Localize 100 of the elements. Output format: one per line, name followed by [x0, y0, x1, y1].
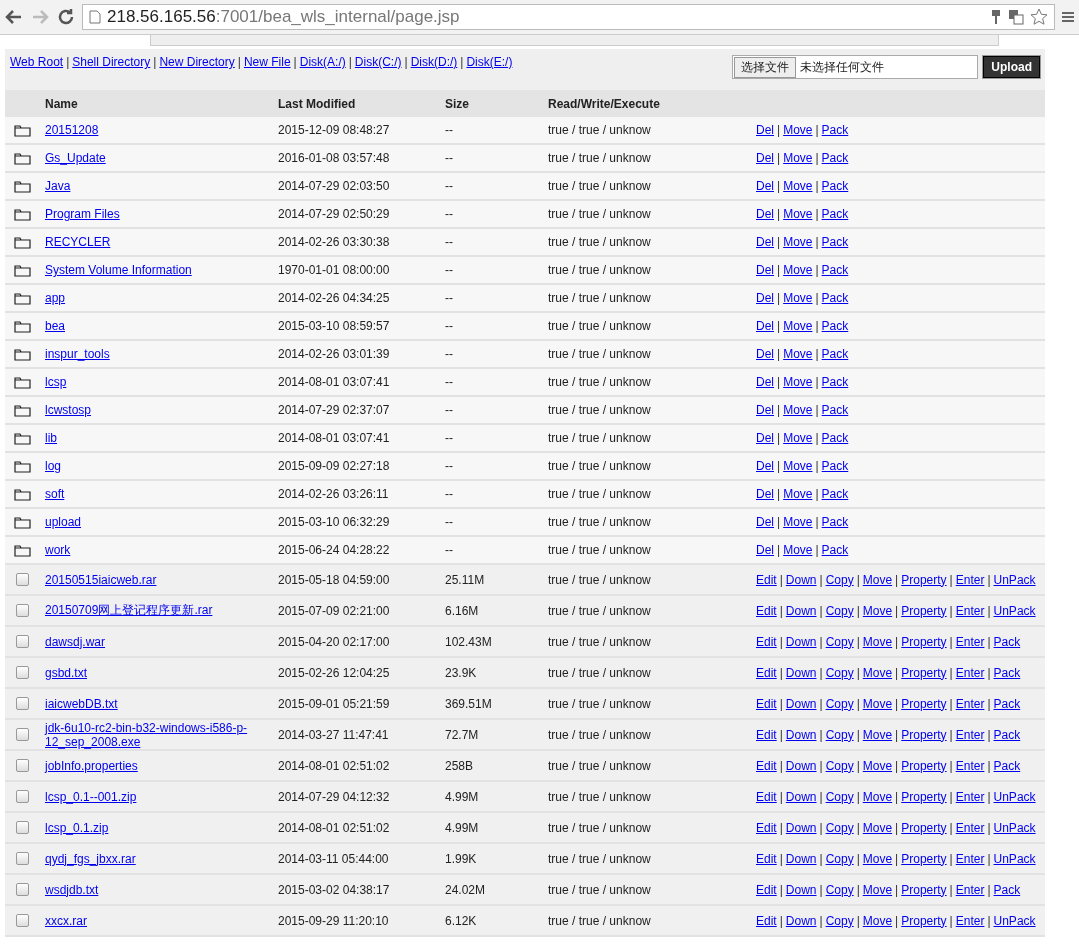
action-link[interactable]: Enter [955, 913, 985, 928]
action-link[interactable]: Move [862, 913, 893, 928]
action-link[interactable]: UnPack [993, 851, 1036, 866]
folder-link[interactable]: log [45, 459, 61, 473]
action-link[interactable]: Pack [993, 634, 1021, 649]
action-link[interactable]: Del [756, 151, 774, 165]
folder-link[interactable]: Java [45, 179, 71, 193]
action-link[interactable]: Del [756, 347, 774, 361]
action-link[interactable]: Enter [955, 696, 985, 711]
action-link[interactable]: Edit [756, 696, 777, 711]
action-link[interactable]: Pack [821, 459, 849, 473]
folder-link[interactable]: RECYCLER [45, 235, 111, 249]
address-bar[interactable]: 218.56.165.56:7001/bea_wls_internal/page.jsp [82, 4, 1055, 30]
action-link[interactable]: Down [785, 851, 817, 866]
action-link[interactable]: UnPack [993, 820, 1036, 835]
action-link[interactable]: Pack [821, 487, 849, 501]
action-link[interactable]: Copy [825, 882, 854, 897]
action-link[interactable]: Property [901, 851, 947, 866]
action-link[interactable]: Move [783, 375, 813, 389]
action-link[interactable]: Pack [821, 431, 849, 445]
action-link[interactable]: Edit [756, 913, 777, 928]
action-link[interactable]: Enter [955, 727, 985, 742]
checkbox[interactable] [16, 666, 29, 679]
action-link[interactable]: Move [783, 459, 813, 473]
action-link[interactable]: Pack [993, 696, 1021, 711]
action-link[interactable]: Copy [825, 820, 854, 835]
action-link[interactable]: Del [756, 263, 774, 277]
checkbox[interactable] [16, 573, 29, 586]
action-link[interactable]: Move [783, 123, 813, 137]
action-link[interactable]: Edit [756, 665, 777, 680]
action-link[interactable]: Del [756, 459, 774, 473]
action-link[interactable]: Enter [955, 603, 985, 618]
nav-link[interactable]: Disk(E:/) [466, 55, 513, 69]
action-link[interactable]: Copy [825, 665, 854, 680]
action-link[interactable]: Del [756, 207, 774, 221]
folder-link[interactable]: app [45, 291, 66, 305]
checkbox[interactable] [16, 697, 29, 710]
action-link[interactable]: Del [756, 403, 774, 417]
action-link[interactable]: Move [783, 515, 813, 529]
action-link[interactable]: Move [783, 487, 813, 501]
folder-link[interactable]: lcwstosp [45, 403, 91, 417]
action-link[interactable]: Pack [993, 758, 1021, 773]
action-link[interactable]: Property [901, 727, 947, 742]
folder-link[interactable]: lcsp [45, 375, 67, 389]
action-link[interactable]: Property [901, 665, 947, 680]
action-link[interactable]: Pack [821, 151, 849, 165]
action-link[interactable]: Down [785, 758, 817, 773]
nav-link[interactable]: Disk(A:/) [299, 55, 346, 69]
action-link[interactable]: Del [756, 375, 774, 389]
folder-link[interactable]: System Volume Information [45, 263, 192, 277]
nav-link[interactable]: Shell Directory [72, 55, 151, 69]
action-link[interactable]: UnPack [993, 603, 1036, 618]
action-link[interactable]: Move [783, 263, 813, 277]
action-link[interactable]: Enter [955, 789, 985, 804]
file-link[interactable]: 20150515iaicweb.rar [45, 572, 157, 587]
action-link[interactable]: Pack [821, 263, 849, 277]
checkbox[interactable] [16, 852, 29, 865]
action-link[interactable]: Down [785, 603, 817, 618]
action-link[interactable]: Copy [825, 913, 854, 928]
action-link[interactable]: Copy [825, 603, 854, 618]
folder-link[interactable]: Gs_Update [45, 151, 106, 165]
action-link[interactable]: Del [756, 515, 774, 529]
action-link[interactable]: Copy [825, 789, 854, 804]
nav-link[interactable]: Disk(C:/) [354, 55, 402, 69]
action-link[interactable]: Enter [955, 572, 985, 587]
action-link[interactable]: Enter [955, 882, 985, 897]
nav-link[interactable]: New Directory [159, 55, 235, 69]
nav-link[interactable]: Disk(D:/) [410, 55, 458, 69]
action-link[interactable]: Move [783, 431, 813, 445]
action-link[interactable]: Property [901, 572, 947, 587]
action-link[interactable]: Del [756, 487, 774, 501]
checkbox[interactable] [16, 821, 29, 834]
folder-link[interactable]: work [45, 543, 71, 557]
checkbox[interactable] [16, 635, 29, 648]
action-link[interactable]: Pack [821, 207, 849, 221]
action-link[interactable]: Down [785, 882, 817, 897]
action-link[interactable]: Move [862, 882, 893, 897]
file-link[interactable]: jdk-6u10-rc2-bin-b32-windows-i586-p-12_sep_2008.exe [45, 720, 268, 749]
file-link[interactable]: lcsp_0.1.zip [45, 820, 109, 835]
action-link[interactable]: Copy [825, 727, 854, 742]
file-link[interactable]: gsbd.txt [45, 665, 88, 680]
action-link[interactable]: Pack [821, 515, 849, 529]
action-link[interactable]: Move [862, 820, 893, 835]
action-link[interactable]: Del [756, 319, 774, 333]
file-link[interactable]: 20150709网上登记程序更新.rar [45, 602, 213, 619]
action-link[interactable]: Pack [821, 403, 849, 417]
action-link[interactable]: UnPack [993, 572, 1036, 587]
action-link[interactable]: Property [901, 820, 947, 835]
folder-link[interactable]: soft [45, 487, 65, 501]
action-link[interactable]: Down [785, 696, 817, 711]
action-link[interactable]: Edit [756, 727, 777, 742]
action-link[interactable]: Pack [821, 291, 849, 305]
action-link[interactable]: UnPack [993, 789, 1036, 804]
action-link[interactable]: Pack [821, 319, 849, 333]
checkbox[interactable] [16, 604, 29, 617]
action-link[interactable]: Move [862, 727, 893, 742]
action-link[interactable]: Move [862, 851, 893, 866]
action-link[interactable]: Copy [825, 572, 854, 587]
file-link[interactable]: qydj_fgs_jbxx.rar [45, 851, 136, 866]
file-link[interactable]: xxcx.rar [45, 913, 87, 928]
